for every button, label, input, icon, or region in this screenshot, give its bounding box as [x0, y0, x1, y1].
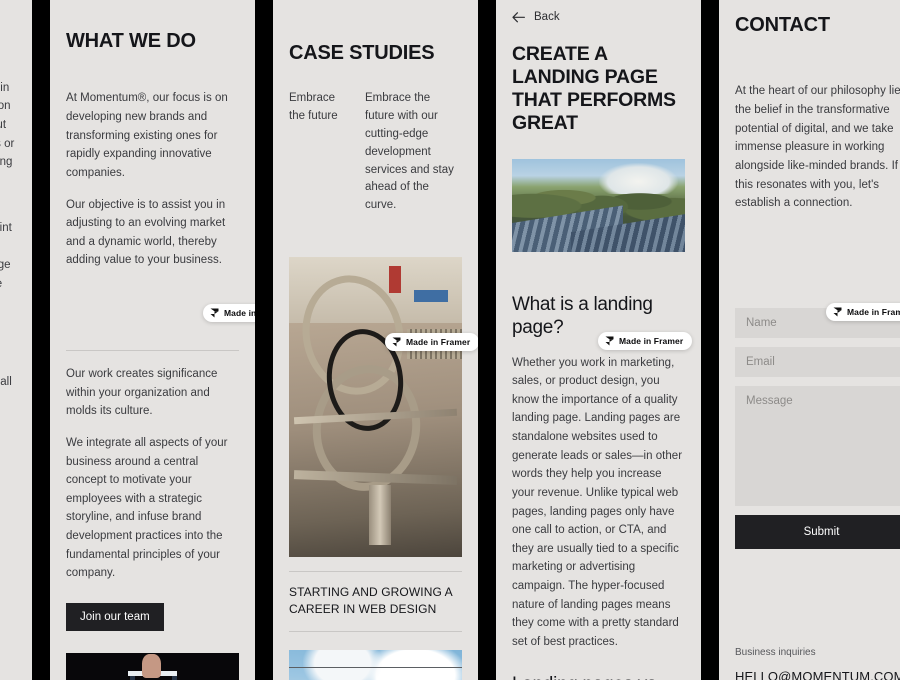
framer-icon: [833, 307, 842, 317]
partial-text-block-2: A typical front page or website in gener…: [0, 81, 15, 169]
email-input[interactable]: [735, 346, 900, 377]
arrow-left-icon: [512, 11, 525, 22]
made-in-framer-badge[interactable]: Made in Framer: [385, 333, 478, 351]
panel-article-partial[interactable]: nding A typical front page or website in…: [0, 0, 32, 680]
framer-icon: [392, 337, 401, 347]
page-title: CONTACT: [735, 14, 830, 36]
panel-case-studies[interactable]: CASE STUDIES Embrace the future Embrace …: [273, 0, 478, 680]
partial-text-block-1: nding: [0, 0, 16, 19]
article-section-body-1: Whether you work in marketing, sales, or…: [512, 356, 683, 648]
back-label: Back: [534, 11, 560, 23]
industrial-machinery-photo: [289, 257, 462, 558]
lower-paragraph-2: We integrate all aspects of your busines…: [66, 436, 228, 580]
case-study-caption[interactable]: STARTING AND GROWING A CAREER IN WEB DES…: [289, 584, 462, 619]
intro-paragraph-2: Our objective is to assist you in adjust…: [66, 198, 226, 267]
sky-with-power-lines-photo: [289, 649, 462, 680]
framer-icon: [605, 336, 614, 346]
article-section-heading-2: Landing pages vs. front pages: [512, 674, 685, 680]
acrobat-performers-photo: [66, 652, 239, 680]
intro-kicker: Embrace the future: [289, 92, 338, 123]
intro-lead: Embrace the future with our cutting-edge…: [365, 92, 454, 212]
partial-text-block-4: Make sure your landing page copy is focu…: [0, 376, 12, 389]
panel-contact[interactable]: CONTACT At the heart of our philosophy l…: [719, 0, 900, 680]
back-button[interactable]: Back: [512, 0, 685, 23]
lower-paragraph-1: Our work creates significance within you…: [66, 368, 218, 418]
made-in-framer-badge[interactable]: Made in Framer: [826, 303, 900, 321]
contact-email[interactable]: HELLO@MOMENTUM.COM: [735, 667, 900, 680]
intro-paragraph-1: At Momentum®, our focus is on developing…: [66, 92, 228, 179]
article-title: CREATE A LANDING PAGE THAT PERFORMS GREA…: [512, 43, 676, 134]
submit-button[interactable]: Submit: [735, 514, 900, 549]
message-input[interactable]: [735, 385, 900, 506]
framer-template-preview: nding A typical front page or website in…: [0, 0, 900, 680]
partial-text-block-3: Landing pages only have one link, or mul…: [0, 222, 12, 290]
badge-label: Made in Framer: [406, 337, 471, 347]
panel-what-we-do[interactable]: WHAT WE DO At Momentum®, our focus is on…: [50, 0, 255, 680]
intro-row: Embrace the future Embrace the future wi…: [289, 90, 462, 215]
made-in-framer-badge[interactable]: Made in Framer: [598, 332, 693, 350]
framer-icon: [210, 308, 219, 318]
made-in-framer-badge[interactable]: Made in Framer: [203, 304, 255, 322]
badge-label: Made in Framer: [847, 307, 900, 317]
badge-label: Made in Framer: [224, 308, 255, 318]
join-our-team-button[interactable]: Join our team: [66, 602, 164, 631]
page-title: CASE STUDIES: [289, 42, 435, 64]
page-title: WHAT WE DO: [66, 30, 196, 52]
contact-intro: At the heart of our philosophy lies the …: [735, 85, 900, 210]
solar-panels-hillside-photo: [512, 159, 685, 252]
badge-label: Made in Framer: [619, 336, 684, 346]
panel-article[interactable]: Back CREATE A LANDING PAGE THAT PERFORMS…: [496, 0, 701, 680]
business-inquiries-label: Business inquiries: [735, 646, 816, 658]
